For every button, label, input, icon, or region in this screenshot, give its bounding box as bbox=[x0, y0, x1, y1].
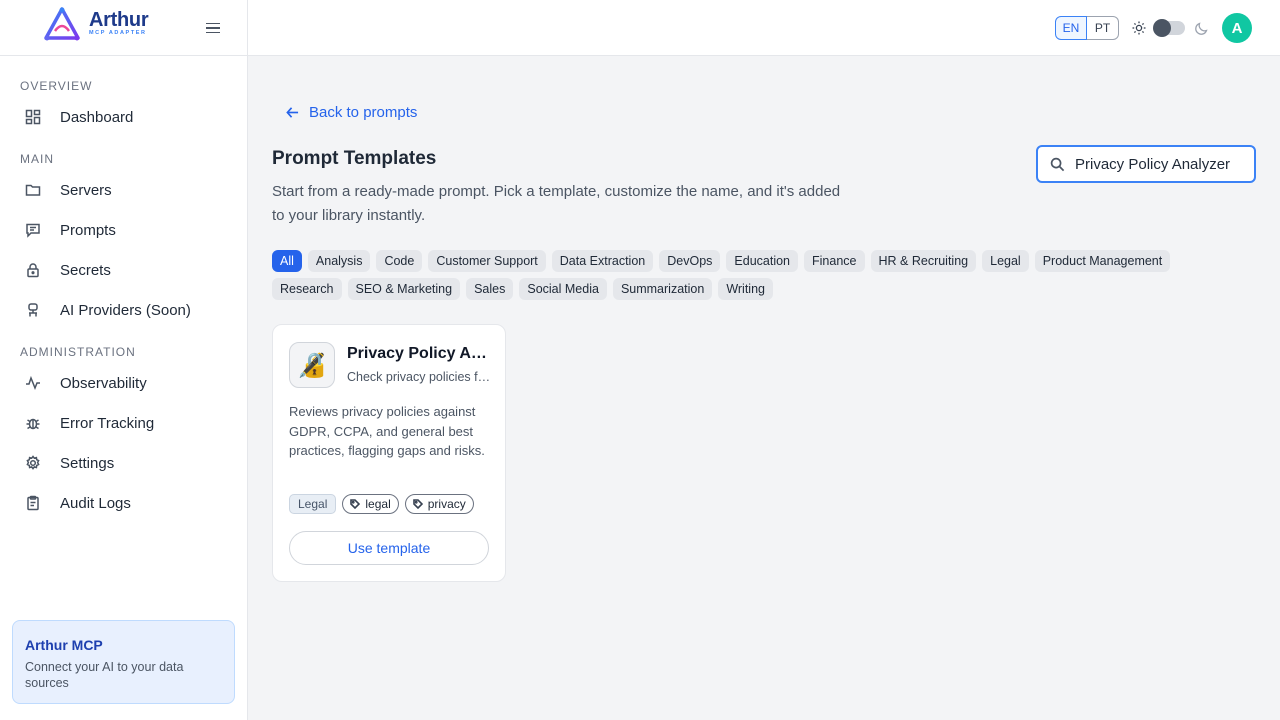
nav-section-administration: ADMINISTRATION bbox=[20, 345, 136, 359]
topbar: EN PT A bbox=[248, 0, 1280, 56]
arthur-logo-icon bbox=[44, 7, 80, 41]
sidebar-item-audit-logs[interactable]: Audit Logs bbox=[12, 485, 236, 521]
nav-section-main: MAIN bbox=[20, 152, 54, 166]
sidebar-item-label: Error Tracking bbox=[60, 414, 155, 432]
tag-badge: legal bbox=[342, 494, 399, 514]
sidebar-item-label: Audit Logs bbox=[60, 494, 131, 512]
sidebar-item-label: Settings bbox=[60, 454, 115, 472]
sidebar-item-label: Dashboard bbox=[60, 108, 134, 126]
sun-icon bbox=[1132, 21, 1146, 35]
category-chip[interactable]: Summarization bbox=[612, 278, 713, 300]
lang-en-button[interactable]: EN bbox=[1055, 16, 1087, 40]
category-chip[interactable]: HR & Recruiting bbox=[870, 250, 977, 272]
activity-icon bbox=[24, 375, 41, 392]
category-chip[interactable]: Writing bbox=[718, 278, 773, 300]
back-link-label: Back to prompts bbox=[309, 104, 418, 121]
tag-icon bbox=[412, 499, 423, 509]
dashboard-icon bbox=[24, 109, 41, 126]
category-chip[interactable]: Social Media bbox=[519, 278, 607, 300]
tag-label: privacy bbox=[427, 497, 466, 511]
search-icon bbox=[1050, 157, 1065, 171]
lock-with-pen-icon: 🔏 bbox=[289, 342, 335, 388]
page-description: Start from a ready-made prompt. Pick a t… bbox=[272, 183, 841, 224]
theme-toggle[interactable] bbox=[1153, 19, 1185, 37]
lock-icon bbox=[24, 262, 41, 279]
category-chip[interactable]: Sales bbox=[466, 278, 514, 300]
search-box bbox=[1036, 145, 1256, 183]
category-filter-list: All Analysis Code Customer Support Data Extr… bbox=[272, 250, 1232, 300]
sidebar-item-error-tracking[interactable]: Error Tracking bbox=[12, 405, 236, 441]
language-switcher: EN PT bbox=[1055, 16, 1119, 40]
user-avatar[interactable]: A bbox=[1222, 13, 1252, 43]
brand-name: Arthur bbox=[89, 9, 149, 31]
category-chip[interactable]: Education bbox=[726, 250, 799, 272]
tag-label: legal bbox=[365, 497, 391, 511]
category-chip[interactable]: Analysis bbox=[307, 250, 371, 272]
category-badge: Legal bbox=[289, 494, 337, 514]
category-chip[interactable]: Customer Support bbox=[428, 250, 546, 272]
message-icon bbox=[24, 222, 41, 239]
lang-pt-button[interactable]: PT bbox=[1087, 16, 1119, 40]
search-input[interactable] bbox=[1075, 155, 1245, 173]
robot-icon bbox=[24, 302, 41, 319]
gear-icon bbox=[24, 455, 41, 472]
sidebar-item-secrets[interactable]: Secrets bbox=[12, 252, 236, 288]
brand-tagline: MCP ADAPTER bbox=[89, 30, 147, 36]
theme-toggle-knob bbox=[1153, 19, 1171, 37]
template-tags: Legal legal privacy bbox=[289, 494, 474, 514]
template-description: Reviews privacy policies against GDPR, C… bbox=[289, 404, 485, 458]
sidebar-item-label: Prompts bbox=[60, 221, 116, 239]
category-chip[interactable]: Research bbox=[272, 278, 342, 300]
sidebar-item-label: AI Providers (Soon) bbox=[60, 301, 191, 319]
category-chip[interactable]: Finance bbox=[804, 250, 865, 272]
promo-title: Arthur MCP bbox=[25, 637, 103, 653]
sidebar-item-dashboard[interactable]: Dashboard bbox=[12, 99, 236, 135]
category-chip[interactable]: DevOps bbox=[659, 250, 721, 272]
brand-header: Arthur MCP ADAPTER bbox=[0, 0, 247, 56]
tag-icon bbox=[350, 499, 361, 509]
bug-icon bbox=[24, 415, 41, 432]
sidebar-item-ai-providers[interactable]: AI Providers (Soon) bbox=[12, 292, 236, 328]
sidebar-item-servers[interactable]: Servers bbox=[12, 172, 236, 208]
template-subtitle: Check privacy policies for compliance bbox=[347, 370, 492, 384]
category-chip[interactable]: Code bbox=[376, 250, 423, 272]
template-title: Privacy Policy Analyzer bbox=[347, 345, 492, 362]
category-chip[interactable]: Product Management bbox=[1034, 250, 1171, 272]
menu-toggle-icon[interactable] bbox=[203, 18, 223, 38]
promo-text: Connect your AI to your data sources bbox=[25, 660, 184, 690]
sidebar-item-label: Servers bbox=[60, 181, 112, 199]
tag-badge: privacy bbox=[404, 494, 474, 514]
back-to-prompts-link[interactable]: Back to prompts bbox=[286, 104, 417, 121]
sidebar-item-settings[interactable]: Settings bbox=[12, 445, 236, 481]
sidebar-item-label: Observability bbox=[60, 374, 147, 392]
nav-section-overview: OVERVIEW bbox=[20, 79, 93, 93]
arrow-left-icon bbox=[286, 107, 299, 118]
clipboard-icon bbox=[24, 495, 41, 512]
sidebar-item-observability[interactable]: Observability bbox=[12, 365, 236, 401]
moon-icon bbox=[1195, 22, 1208, 35]
folder-icon bbox=[24, 182, 41, 199]
category-chip[interactable]: Data Extraction bbox=[551, 250, 654, 272]
sidebar-item-prompts[interactable]: Prompts bbox=[12, 212, 236, 248]
use-template-button[interactable]: Use template bbox=[289, 531, 489, 565]
promo-card: Arthur MCP Connect your AI to your data … bbox=[12, 620, 235, 704]
category-chip[interactable]: All bbox=[272, 250, 302, 272]
category-chip[interactable]: Legal bbox=[982, 250, 1029, 272]
template-card: 🔏 Privacy Policy Analyzer Check privacy … bbox=[272, 324, 506, 582]
sidebar-item-label: Secrets bbox=[60, 261, 111, 279]
sidebar: Arthur MCP ADAPTER OVERVIEW Dashboard MA… bbox=[0, 0, 248, 720]
page-title: Prompt Templates bbox=[272, 148, 437, 169]
category-chip[interactable]: SEO & Marketing bbox=[347, 278, 461, 300]
